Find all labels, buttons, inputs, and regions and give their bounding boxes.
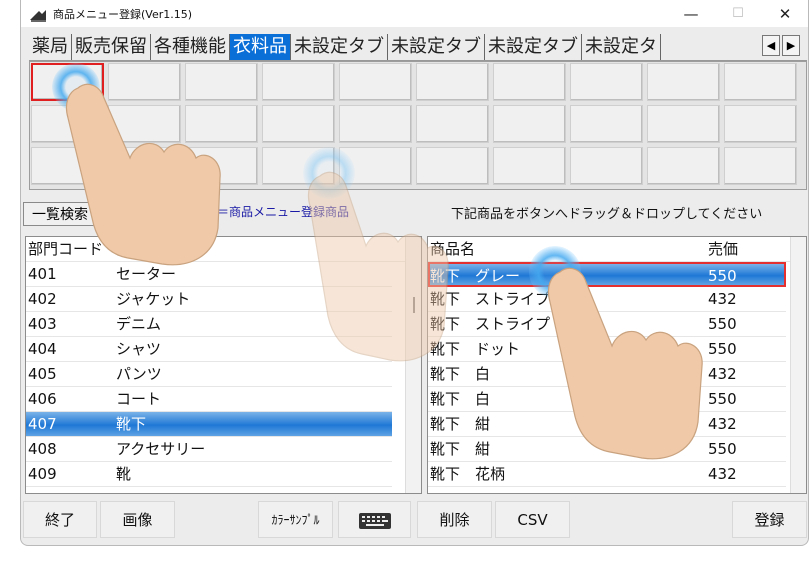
department-code: 408: [28, 440, 57, 458]
product-price: 550: [708, 315, 737, 333]
department-name: 靴下: [116, 415, 147, 433]
menu-button-r2c7[interactable]: [493, 105, 566, 143]
pointing-hand-icon: [65, 83, 221, 266]
department-name: コート: [116, 390, 162, 408]
tab-scroll-right-button[interactable]: ▶: [782, 35, 800, 56]
close-button[interactable]: ✕: [762, 0, 808, 27]
menu-button-r2c5[interactable]: [339, 105, 412, 143]
keyboard-button[interactable]: [338, 501, 411, 538]
tab-sales-hold[interactable]: 販売保留: [72, 34, 151, 60]
app-icon: [29, 7, 47, 22]
department-code: 405: [28, 365, 57, 383]
tab-unset-1[interactable]: 未設定タブ: [291, 34, 388, 60]
arrow-right-icon: ▶: [786, 39, 796, 52]
product-name: 靴下 紺: [430, 415, 491, 433]
department-code: 404: [28, 340, 57, 358]
maximize-button[interactable]: ☐: [715, 0, 761, 27]
department-code: 403: [28, 315, 57, 333]
product-price: 550: [708, 390, 737, 408]
tab-strip: 薬局 販売保留 各種機能 衣料品 未設定タブ 未設定タブ 未設定タブ 未設定タ: [29, 34, 807, 61]
menu-button-r3c7[interactable]: [493, 147, 566, 185]
product-price: 432: [708, 465, 737, 483]
department-code: 406: [28, 390, 57, 408]
department-row-selected[interactable]: 407 靴下: [26, 412, 392, 437]
menu-button-r1c6[interactable]: [416, 63, 489, 101]
menu-button-r2c9[interactable]: [647, 105, 720, 143]
menu-button-r1c9[interactable]: [647, 63, 720, 101]
product-price: 550: [708, 440, 737, 458]
menu-button-r3c10[interactable]: [724, 147, 797, 185]
register-button[interactable]: 登録: [732, 501, 807, 538]
arrow-left-icon: ◀: [766, 39, 776, 52]
department-name: シャツ: [116, 340, 162, 358]
product-price: 432: [708, 415, 737, 433]
department-row[interactable]: 406 コート: [26, 387, 392, 412]
tab-unset-2[interactable]: 未設定タブ: [388, 34, 485, 60]
product-header: 商品名 売価: [428, 237, 806, 262]
department-row[interactable]: 409 靴: [26, 462, 392, 487]
product-price-header: 売価: [708, 240, 739, 258]
pointing-hand-icon: [307, 171, 449, 362]
window-title: 商品メニュー登録(Ver1.15): [53, 7, 193, 21]
menu-button-r2c10[interactable]: [724, 105, 797, 143]
department-name: アクセサリー: [116, 440, 206, 458]
minimize-button[interactable]: —: [668, 0, 714, 27]
product-name: 靴下 紺: [430, 440, 491, 458]
menu-button-r1c4[interactable]: [262, 63, 335, 101]
menu-button-r1c7[interactable]: [493, 63, 566, 101]
product-name: 靴下 白: [430, 390, 491, 408]
color-sample-button[interactable]: ｶﾗｰｻﾝﾌﾟﾙ: [258, 501, 333, 538]
product-name: 靴下 花柄: [430, 465, 506, 483]
product-price: 550: [708, 267, 737, 285]
delete-button[interactable]: 削除: [417, 501, 492, 538]
image-button[interactable]: 画像: [100, 501, 175, 538]
drag-drop-hint: 下記商品をボタンへドラッグ＆ドロップしてください: [451, 207, 763, 222]
department-name: ジャケット: [116, 290, 191, 308]
tab-functions[interactable]: 各種機能: [151, 34, 230, 60]
department-name: 靴: [116, 465, 132, 483]
department-code: 407: [28, 415, 57, 433]
exit-button[interactable]: 終了: [23, 501, 97, 538]
menu-button-r2c8[interactable]: [570, 105, 643, 143]
menu-button-r2c4[interactable]: [262, 105, 335, 143]
department-row[interactable]: 408 アクセサリー: [26, 437, 392, 462]
department-code: 409: [28, 465, 57, 483]
product-row[interactable]: 靴下 花柄 432: [428, 462, 786, 487]
product-price: 550: [708, 340, 737, 358]
csv-button[interactable]: CSV: [495, 501, 570, 538]
product-scrollbar[interactable]: [790, 237, 806, 493]
product-price: 432: [708, 365, 737, 383]
tab-unset-3[interactable]: 未設定タブ: [485, 34, 582, 60]
tab-clothing[interactable]: 衣料品: [230, 34, 291, 60]
menu-button-r3c8[interactable]: [570, 147, 643, 185]
tab-scroll-left-button[interactable]: ◀: [762, 35, 780, 56]
title-bar: 商品メニュー登録(Ver1.15) — ☐ ✕: [21, 0, 808, 27]
menu-button-r1c8[interactable]: [570, 63, 643, 101]
keyboard-icon: [358, 512, 391, 529]
menu-button-r1c10[interactable]: [724, 63, 797, 101]
tab-unset-4[interactable]: 未設定タ: [582, 34, 661, 60]
menu-button-r1c5[interactable]: [339, 63, 412, 101]
product-price: 432: [708, 290, 737, 308]
department-code: 401: [28, 265, 57, 283]
pointing-hand-icon: [547, 267, 703, 460]
department-name: パンツ: [116, 365, 162, 383]
department-code: 402: [28, 290, 57, 308]
menu-button-r2c6[interactable]: [416, 105, 489, 143]
tab-pharmacy[interactable]: 薬局: [29, 34, 72, 60]
department-name: デニム: [116, 315, 162, 333]
menu-button-r3c9[interactable]: [647, 147, 720, 185]
